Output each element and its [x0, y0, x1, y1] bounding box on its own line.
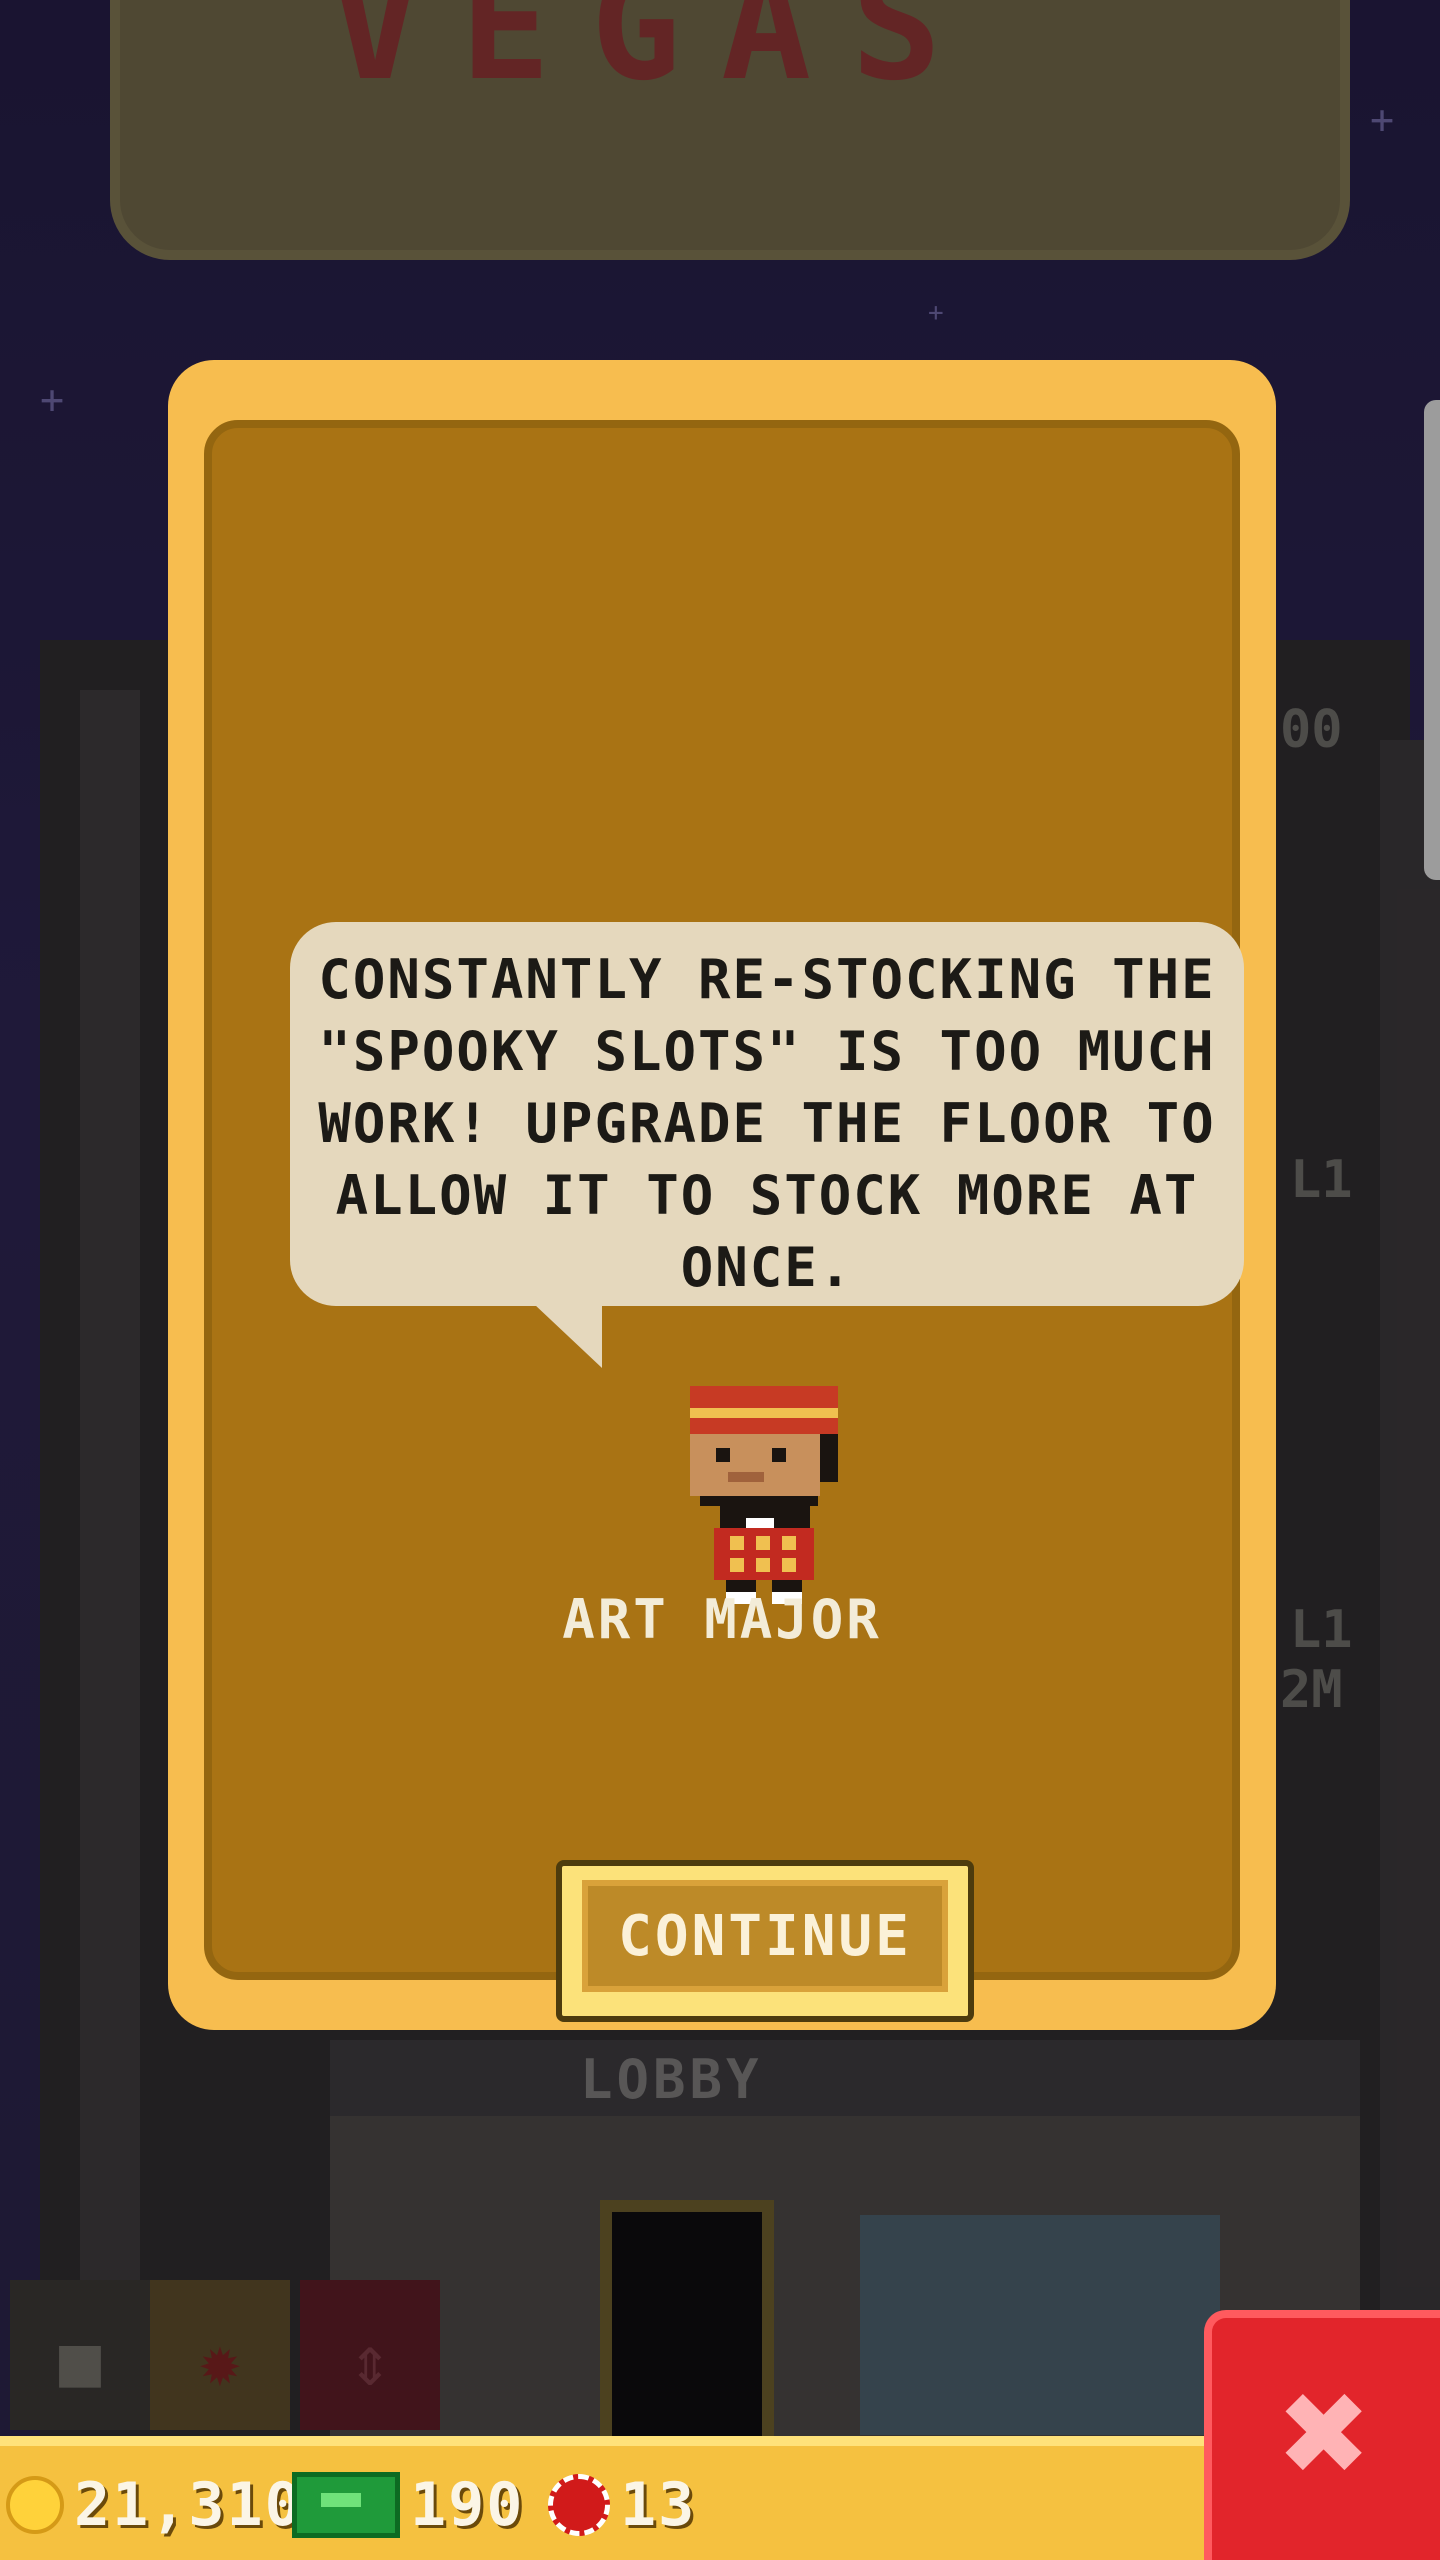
cash-counter[interactable]: 190: [292, 2460, 524, 2550]
character-name: ART MAJOR: [562, 1588, 882, 1651]
continue-button[interactable]: CONTINUE: [556, 1860, 974, 2022]
coin-icon: [6, 2476, 64, 2534]
currency-bar: 21,310 190 13: [0, 2436, 1210, 2560]
tip-dialog: CONSTANTLY RE-STOCKING THE "SPOOKY SLOTS…: [168, 360, 1276, 2030]
chips-counter[interactable]: 13: [548, 2460, 696, 2550]
poker-chip-icon: [548, 2474, 610, 2536]
chips-value: 13: [620, 2470, 697, 2540]
close-icon: ✖: [1280, 2346, 1372, 2520]
cash-value: 190: [410, 2470, 525, 2540]
close-button[interactable]: ✖: [1204, 2310, 1440, 2560]
continue-button-face: CONTINUE: [582, 1880, 948, 1992]
continue-button-label: CONTINUE: [618, 1904, 912, 1969]
dialog-panel: CONSTANTLY RE-STOCKING THE "SPOOKY SLOTS…: [204, 420, 1244, 2022]
coins-value: 21,310: [74, 2470, 303, 2540]
speech-bubble-tail: [534, 1304, 602, 1368]
cash-icon: [292, 2472, 400, 2538]
bellhop-character-avatar: [690, 1386, 838, 1604]
coins-counter[interactable]: 21,310: [6, 2460, 303, 2550]
dialog-message: CONSTANTLY RE-STOCKING THE "SPOOKY SLOTS…: [318, 948, 1216, 1299]
speech-bubble: CONSTANTLY RE-STOCKING THE "SPOOKY SLOTS…: [290, 922, 1244, 1306]
